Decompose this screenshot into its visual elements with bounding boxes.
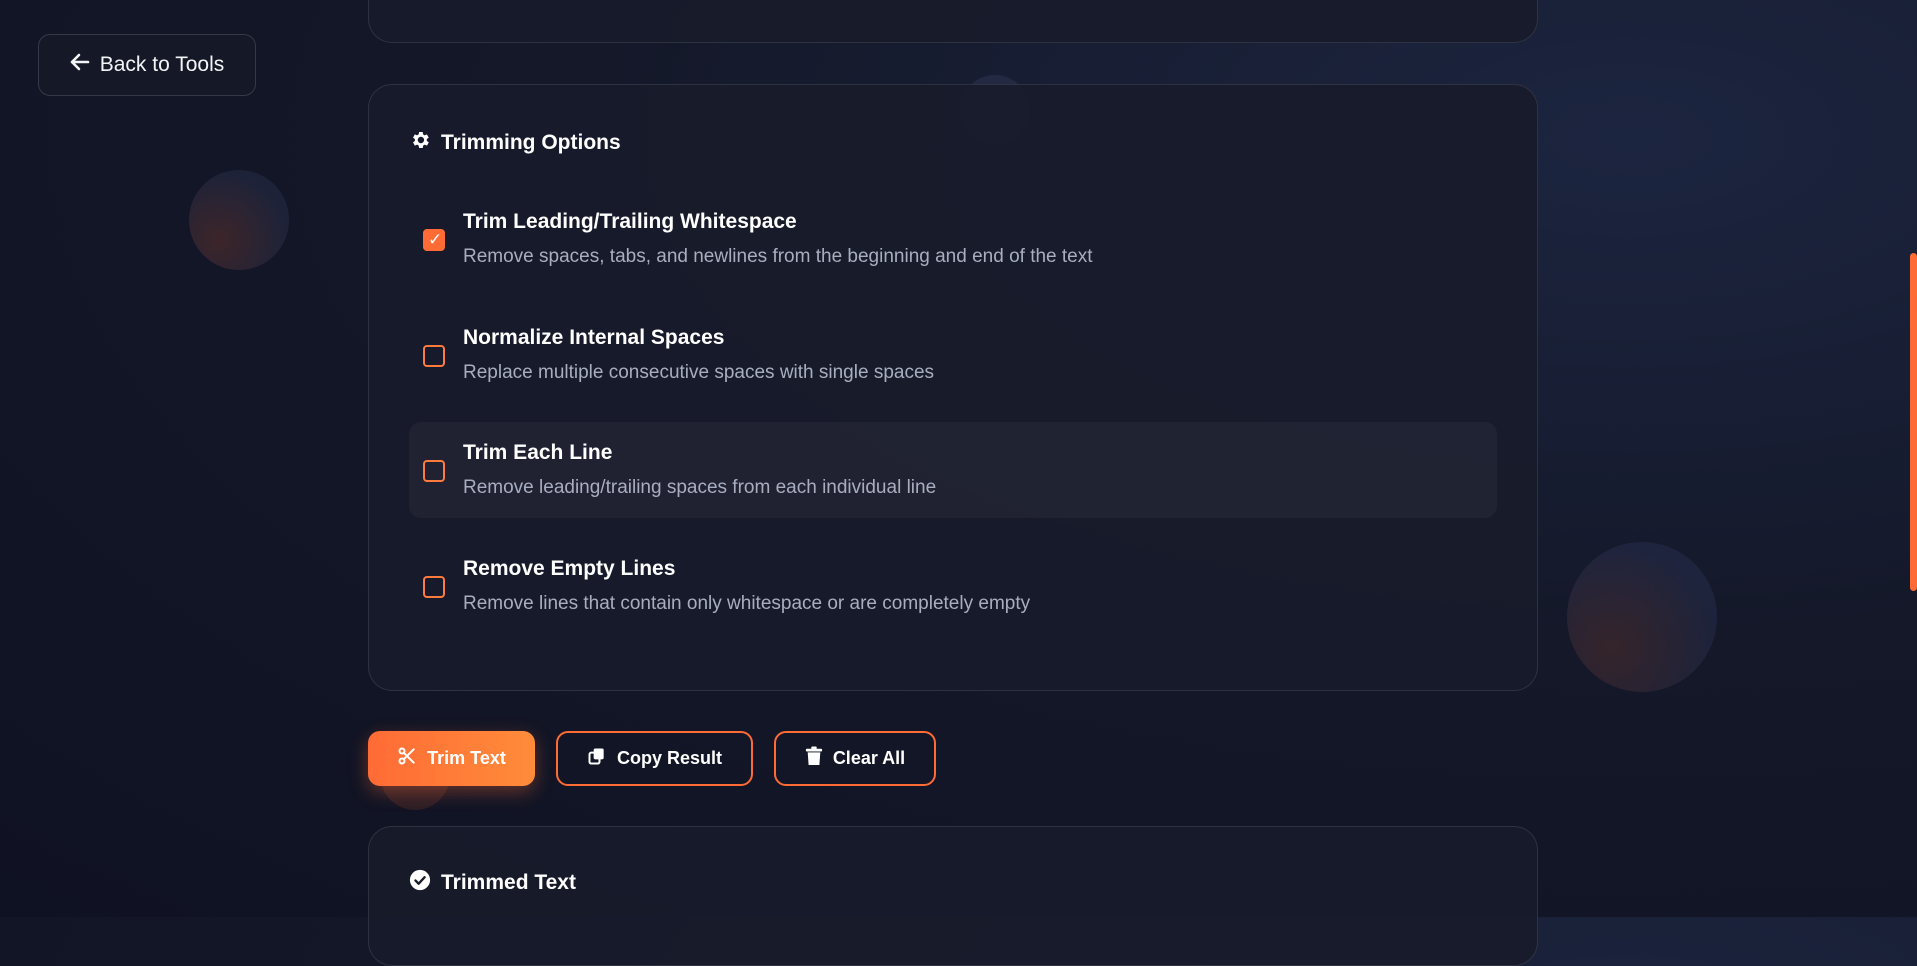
back-to-tools-label: Back to Tools <box>99 53 225 76</box>
option-label: Trim Leading/Trailing Whitespace <box>463 210 797 233</box>
option-remove-empty-lines[interactable]: Remove Empty Lines Remove lines that con… <box>409 538 1497 634</box>
result-title: Trimmed Text <box>441 871 576 894</box>
checkbox-trim-leading-trailing[interactable]: ✓ <box>423 229 445 251</box>
option-label: Normalize Internal Spaces <box>463 326 725 349</box>
options-heading: Trimming Options <box>409 129 621 157</box>
scrollbar-thumb[interactable] <box>1910 253 1917 591</box>
option-label: Remove Empty Lines <box>463 557 676 580</box>
trash-icon <box>805 746 823 771</box>
action-buttons: Trim Text Copy Result Clear All <box>368 731 936 786</box>
option-description: Remove spaces, tabs, and newlines from t… <box>463 246 1093 267</box>
checkbox-normalize-internal-spaces[interactable] <box>423 345 445 367</box>
clear-all-label: Clear All <box>832 748 906 768</box>
checkbox-remove-empty-lines[interactable] <box>423 576 445 598</box>
option-trim-each-line[interactable]: Trim Each Line Remove leading/trailing s… <box>409 422 1497 518</box>
trimming-options-card: Trimming Options ✓ Trim Leading/Trailing… <box>368 84 1538 691</box>
trim-text-label: Trim Text <box>427 748 506 768</box>
options-title: Trimming Options <box>441 131 621 154</box>
decor-blob <box>1567 542 1717 692</box>
checkbox-trim-each-line[interactable] <box>423 460 445 482</box>
gear-icon <box>409 129 431 157</box>
option-description: Replace multiple consecutive spaces with… <box>463 362 935 383</box>
result-heading: Trimmed Text <box>409 869 576 897</box>
back-to-tools-button[interactable]: Back to Tools <box>38 34 256 96</box>
copy-result-label: Copy Result <box>616 748 722 768</box>
trim-text-button[interactable]: Trim Text <box>368 731 535 786</box>
checkmark-icon: ✓ <box>428 230 443 250</box>
option-description: Remove lines that contain only whitespac… <box>463 593 1031 614</box>
option-description: Remove leading/trailing spaces from each… <box>463 477 937 498</box>
copy-icon <box>587 746 607 771</box>
input-card <box>368 0 1538 43</box>
clear-all-button[interactable]: Clear All <box>774 731 936 786</box>
check-circle-icon <box>409 869 431 897</box>
option-label: Trim Each Line <box>463 441 613 464</box>
copy-result-button[interactable]: Copy Result <box>556 731 753 786</box>
decor-blob <box>189 170 289 270</box>
scissors-icon <box>397 746 417 771</box>
arrow-left-icon <box>70 53 90 77</box>
trimmed-text-card: Trimmed Text <box>368 826 1538 966</box>
option-normalize-internal-spaces[interactable]: Normalize Internal Spaces Replace multip… <box>409 307 1497 403</box>
option-trim-leading-trailing[interactable]: ✓ Trim Leading/Trailing Whitespace Remov… <box>409 191 1497 287</box>
